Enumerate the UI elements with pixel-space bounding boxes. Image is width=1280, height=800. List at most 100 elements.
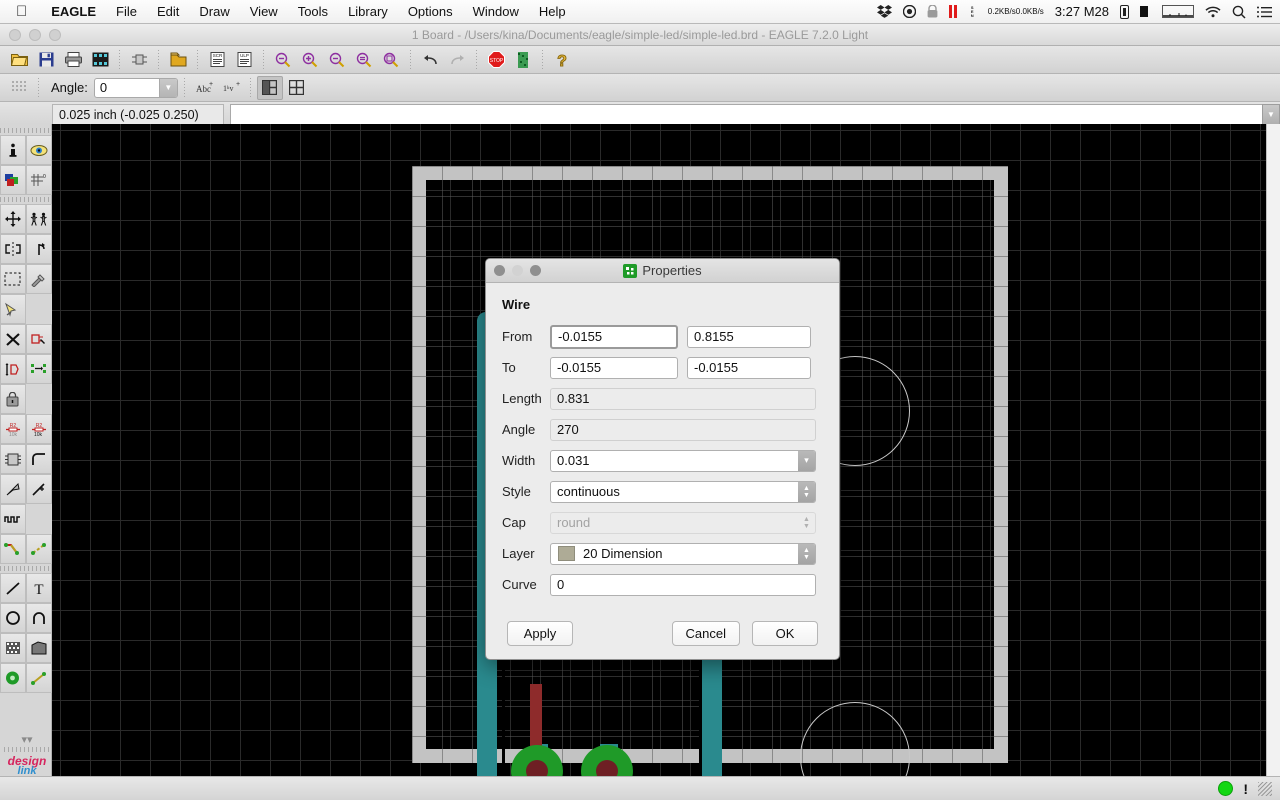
open-icon[interactable]	[6, 48, 32, 72]
menu-item-view[interactable]: View	[240, 0, 288, 24]
drc-icon[interactable]	[510, 48, 536, 72]
from-x-input[interactable]: -0.0155	[550, 324, 678, 349]
info-icon[interactable]	[0, 135, 26, 165]
palette-drag-handle[interactable]	[0, 128, 52, 133]
to-y-input[interactable]: -0.0155	[687, 356, 811, 379]
menu-item-draw[interactable]: Draw	[189, 0, 239, 24]
wifi-icon[interactable]	[1205, 6, 1221, 18]
record-icon[interactable]	[902, 5, 916, 18]
lock-icon[interactable]	[927, 5, 938, 18]
volume-icon[interactable]	[1140, 5, 1151, 18]
dropbox-icon[interactable]	[876, 5, 892, 18]
zoom-out-icon[interactable]	[324, 48, 350, 72]
zoom-in-icon[interactable]	[297, 48, 323, 72]
layers-icon[interactable]	[0, 165, 26, 195]
script-icon[interactable]: SCR	[204, 48, 230, 72]
menu-item-window[interactable]: Window	[463, 0, 529, 24]
route-icon[interactable]	[0, 534, 26, 564]
menu-bar-clock[interactable]: 3:27 M28	[1055, 4, 1109, 19]
chevron-down-icon[interactable]: ▼	[1262, 103, 1280, 126]
display-icon[interactable]	[25, 135, 52, 165]
command-input[interactable]	[230, 103, 1263, 126]
menu-app-name[interactable]: EAGLE	[41, 0, 106, 24]
circle-icon[interactable]	[0, 603, 26, 633]
pause-icon[interactable]	[948, 5, 957, 18]
ratsnest-icon[interactable]	[25, 324, 52, 354]
vertical-scrollbar[interactable]	[1266, 124, 1280, 800]
undo-icon[interactable]	[417, 48, 443, 72]
polygon-icon[interactable]	[25, 633, 52, 663]
curve-input[interactable]: 0	[550, 573, 816, 596]
battery-icon[interactable]	[1120, 4, 1129, 19]
resize-grip-icon[interactable]	[1258, 781, 1272, 796]
layer-select[interactable]: 20 Dimension	[550, 542, 816, 565]
menu-item-library[interactable]: Library	[338, 0, 398, 24]
news-vertical-icon[interactable]: SEN	[968, 5, 977, 19]
schematic-icon[interactable]	[126, 48, 152, 72]
apple-icon[interactable]: 	[16, 4, 27, 19]
rotate-icon[interactable]	[25, 234, 52, 264]
layout-b-icon[interactable]	[284, 76, 310, 100]
chevron-down-icon[interactable]: ▼	[158, 78, 177, 97]
cam-processor-icon[interactable]	[87, 48, 113, 72]
package-icon[interactable]	[0, 444, 26, 474]
list-icon[interactable]	[1257, 6, 1272, 18]
layout-a-icon[interactable]	[256, 75, 283, 100]
menu-item-help[interactable]: Help	[529, 0, 576, 24]
miter-icon[interactable]	[25, 444, 52, 474]
wire-icon[interactable]	[25, 663, 52, 693]
menu-item-options[interactable]: Options	[398, 0, 463, 24]
width-combo[interactable]: 0.031	[550, 449, 816, 472]
grid-icon[interactable]	[6, 76, 32, 100]
ulp-icon[interactable]: ULP	[231, 48, 257, 72]
stepper-icon[interactable]: ▲ ▼	[798, 481, 815, 502]
select-group-icon[interactable]	[0, 264, 26, 294]
move-icon[interactable]	[0, 204, 26, 234]
chevron-expand-icon[interactable]: ▾▾	[4, 735, 50, 746]
from-y-input[interactable]: 0.8155	[687, 325, 811, 348]
line-icon[interactable]	[0, 573, 26, 603]
split-icon[interactable]	[0, 474, 26, 504]
menu-item-tools[interactable]: Tools	[288, 0, 338, 24]
ripup-icon[interactable]	[25, 534, 52, 564]
stepper-icon[interactable]: ▲ ▼	[798, 543, 815, 564]
mirror-pin-icon[interactable]	[0, 354, 26, 384]
zoom-fit-icon[interactable]	[270, 48, 296, 72]
grid-settings-icon[interactable]: 0	[25, 165, 52, 195]
delete-icon[interactable]	[0, 324, 26, 354]
rect-icon[interactable]	[0, 633, 26, 663]
chevron-down-icon[interactable]: ▾	[798, 450, 815, 471]
zoom-select-icon[interactable]	[378, 48, 404, 72]
alert-icon[interactable]: !	[1243, 781, 1248, 797]
text-icon[interactable]: T	[25, 573, 52, 603]
group-icon[interactable]	[25, 204, 52, 234]
replace-icon[interactable]	[25, 354, 52, 384]
text-size-icon[interactable]: Abc +	[191, 76, 217, 100]
library-icon[interactable]	[165, 48, 191, 72]
help-icon[interactable]: ?	[549, 48, 575, 72]
name-icon[interactable]: R2 10k	[0, 414, 26, 444]
paste-icon[interactable]	[0, 294, 26, 324]
lock-icon[interactable]	[0, 384, 26, 414]
zoom-redraw-icon[interactable]	[351, 48, 377, 72]
graph-icon[interactable]	[1162, 5, 1194, 18]
redo-icon[interactable]	[444, 48, 470, 72]
value-icon[interactable]: R2 10k	[25, 414, 52, 444]
style-select[interactable]: continuous	[550, 480, 816, 503]
angle-combo[interactable]: 0 ▼	[93, 77, 178, 98]
via-icon[interactable]	[0, 663, 26, 693]
search-icon[interactable]	[1232, 5, 1246, 19]
save-icon[interactable]	[33, 48, 59, 72]
stop-icon[interactable]: STOP	[483, 48, 509, 72]
change-icon[interactable]	[25, 264, 52, 294]
arc-icon[interactable]	[25, 603, 52, 633]
print-icon[interactable]	[60, 48, 86, 72]
menu-item-edit[interactable]: Edit	[147, 0, 189, 24]
to-x-input[interactable]: -0.0155	[550, 356, 678, 379]
cancel-button[interactable]: Cancel	[671, 621, 740, 646]
optimize-icon[interactable]	[25, 474, 52, 504]
text-rotate-icon[interactable]: 1ᵏᴠ +	[218, 76, 244, 100]
menu-item-file[interactable]: File	[106, 0, 147, 24]
apply-button[interactable]: Apply	[507, 621, 573, 646]
ok-button[interactable]: OK	[752, 621, 818, 646]
